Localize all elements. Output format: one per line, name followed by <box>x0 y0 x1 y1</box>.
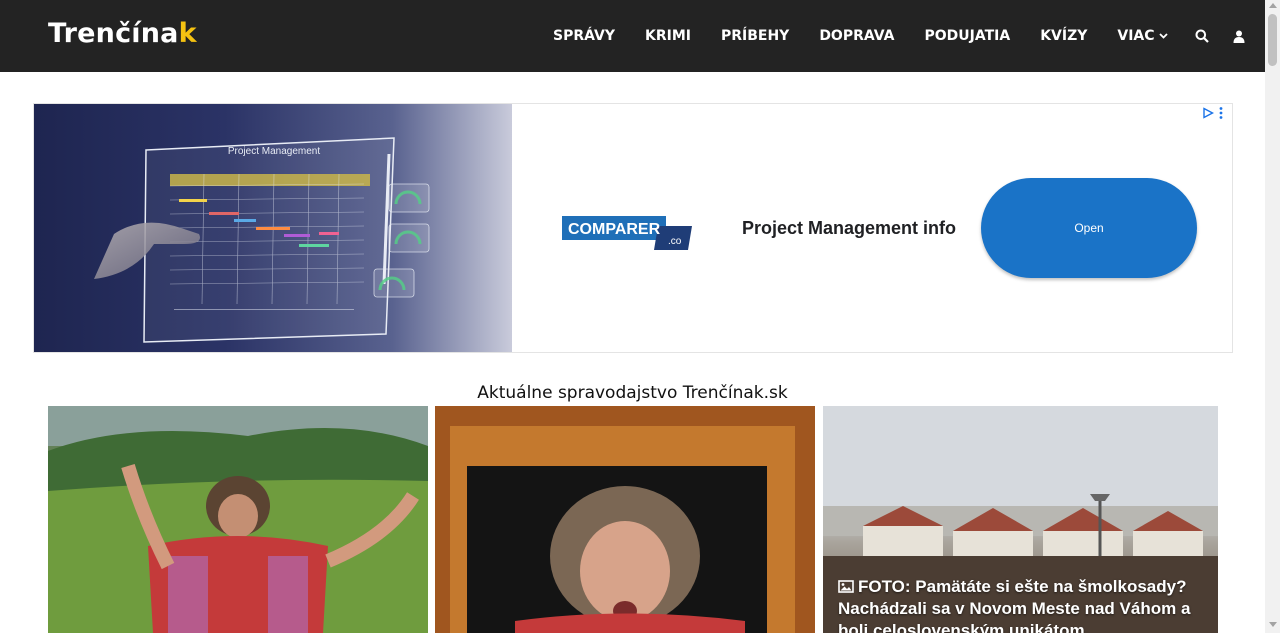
nav-item-spravy[interactable]: SPRÁVY <box>538 28 630 44</box>
nav-item-pribehy[interactable]: PRÍBEHY <box>706 28 804 44</box>
nav-more-label: VIAC <box>1117 28 1155 44</box>
nav-item-doprava[interactable]: DOPRAVA <box>804 28 909 44</box>
section-title: Aktuálne spravodajstvo Trenčínak.sk <box>477 383 788 403</box>
image-icon <box>838 580 854 593</box>
article-image-man-in-wig-window <box>435 406 815 633</box>
adchoices-icon[interactable] <box>1202 107 1214 119</box>
comparer-brand: COMPARER <box>568 221 661 238</box>
menu-dots-icon[interactable] <box>1218 106 1224 120</box>
search-icon[interactable] <box>1183 29 1221 43</box>
nav-item-krimi[interactable]: KRIMI <box>630 28 706 44</box>
article-card[interactable] <box>435 406 815 633</box>
main-nav: SPRÁVY KRIMI PRÍBEHY DOPRAVA PODUJATIA K… <box>538 0 1257 72</box>
ad-controls <box>1202 106 1224 120</box>
article-card[interactable] <box>48 406 428 633</box>
comparer-suffix: .co <box>668 236 682 247</box>
ad-open-button[interactable]: Open <box>981 178 1197 278</box>
ad-image[interactable]: Project Management <box>34 104 512 352</box>
article-caption[interactable]: FOTO: Pamätáte si ešte na šmolkosady? Na… <box>838 576 1206 633</box>
chevron-down-icon <box>1158 33 1168 39</box>
site-logo[interactable]: Trenčínak <box>48 18 197 49</box>
article-caption-text: FOTO: Pamätáte si ešte na šmolkosady? Na… <box>838 577 1191 633</box>
nav-item-kvizy[interactable]: KVÍZY <box>1025 28 1102 44</box>
article-card[interactable]: FOTO: Pamätáte si ešte na šmolkosady? Na… <box>823 406 1218 633</box>
page-scrollbar[interactable] <box>1265 0 1280 633</box>
ad-illustration: Project Management <box>94 137 430 343</box>
ad-image-title: Project Management <box>228 146 320 157</box>
nav-item-podujatia[interactable]: PODUJATIA <box>909 28 1025 44</box>
ad-headline[interactable]: Project Management info <box>742 218 956 239</box>
site-header: Trenčínak SPRÁVY KRIMI PRÍBEHY DOPRAVA P… <box>0 0 1265 72</box>
advertisement-banner[interactable]: Project Management COMPARER .co Project … <box>33 103 1233 353</box>
logo-text: Trenčína <box>48 18 179 49</box>
scroll-down-arrow-icon[interactable] <box>1269 622 1277 627</box>
logo-accent: k <box>178 18 197 49</box>
nav-item-viac[interactable]: VIAC <box>1102 28 1182 44</box>
scroll-up-arrow-icon[interactable] <box>1269 3 1277 8</box>
article-image-man-in-wig-field <box>48 406 428 633</box>
user-icon[interactable] <box>1221 30 1257 43</box>
scroll-thumb[interactable] <box>1268 14 1277 66</box>
comparer-logo[interactable]: COMPARER .co <box>562 216 692 255</box>
